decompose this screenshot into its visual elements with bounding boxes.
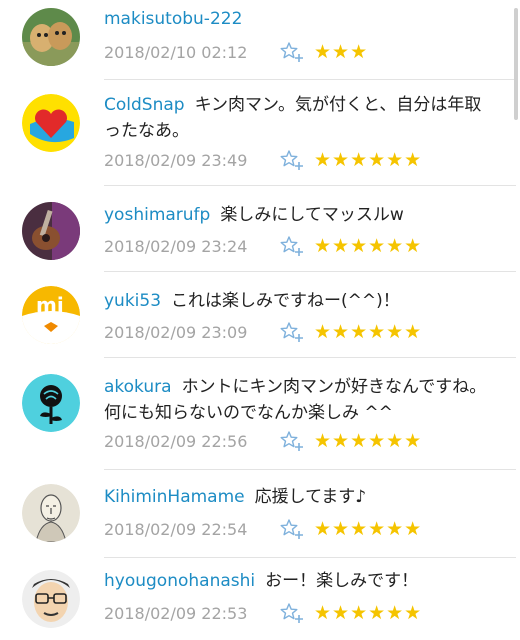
comment-item: KihiminHamame 応援してます♪ 2018/02/09 22:54 ★★… bbox=[0, 470, 520, 558]
comment-meta: 2018/02/09 23:49 ★★★★★★ bbox=[104, 147, 422, 173]
portrait-sketch-icon bbox=[22, 484, 80, 542]
favorite-add-button[interactable] bbox=[280, 321, 304, 343]
username[interactable]: akokura bbox=[104, 377, 172, 397]
star-plus-icon bbox=[280, 431, 303, 451]
comment-meta: 2018/02/09 22:54 ★★★★★★ bbox=[104, 516, 422, 542]
favorite-add-button[interactable] bbox=[280, 41, 304, 63]
comment-meta: 2018/02/09 22:56 ★★★★★★ bbox=[104, 428, 422, 454]
avatar[interactable] bbox=[22, 202, 80, 260]
star-plus-icon bbox=[280, 519, 303, 539]
dogs-photo-icon bbox=[22, 8, 80, 66]
comment-text: 応援してます♪ bbox=[254, 487, 367, 507]
avatar[interactable] bbox=[22, 94, 80, 152]
timestamp: 2018/02/09 22:56 bbox=[104, 431, 248, 451]
glasses-face-icon bbox=[22, 570, 80, 628]
star-plus-icon bbox=[280, 150, 303, 170]
rating-stars: ★★★★★★ bbox=[314, 430, 423, 452]
avatar[interactable] bbox=[22, 374, 80, 432]
favorite-add-button[interactable] bbox=[280, 518, 304, 540]
rating-stars: ★★★★★★ bbox=[314, 518, 423, 540]
comment-meta: 2018/02/09 22:53 ★★★★★★ bbox=[104, 600, 422, 626]
star-plus-icon bbox=[280, 603, 303, 623]
comment-item: makisutobu-222 2018/02/10 02:12 ★★★ bbox=[0, 0, 520, 80]
favorite-add-button[interactable] bbox=[280, 602, 304, 624]
favorite-add-button[interactable] bbox=[280, 430, 304, 452]
guitar-photo-icon bbox=[22, 202, 80, 260]
timestamp: 2018/02/10 02:12 bbox=[104, 42, 248, 62]
username[interactable]: yoshimarufp bbox=[104, 205, 210, 225]
timestamp: 2018/02/09 23:24 bbox=[104, 236, 248, 256]
comment-item: akokura ホントにキン肉マンが好きなんですね。何にも知らないのでなんか楽しみ… bbox=[0, 358, 520, 470]
star-plus-icon bbox=[280, 236, 303, 256]
rating-stars: ★★★ bbox=[314, 41, 369, 63]
username[interactable]: makisutobu-222 bbox=[104, 9, 242, 29]
mi-chick-logo-icon: mi bbox=[22, 286, 80, 344]
comment-list: makisutobu-222 2018/02/10 02:12 ★★★ Cold… bbox=[0, 0, 520, 640]
comment-meta: 2018/02/09 23:24 ★★★★★★ bbox=[104, 233, 422, 259]
comment-meta: 2018/02/10 02:12 ★★★ bbox=[104, 39, 368, 65]
favorite-add-button[interactable] bbox=[280, 149, 304, 171]
heart-ball-logo-icon bbox=[22, 94, 80, 152]
comment-text: 楽しみにしてマッスルw bbox=[220, 205, 404, 225]
comment-item: yoshimarufp 楽しみにしてマッスルw 2018/02/09 23:24 … bbox=[0, 186, 520, 272]
username[interactable]: yuki53 bbox=[104, 291, 161, 311]
username[interactable]: hyougonohanashi bbox=[104, 571, 255, 591]
svg-text:mi: mi bbox=[36, 293, 64, 317]
avatar[interactable] bbox=[22, 570, 80, 628]
rating-stars: ★★★★★★ bbox=[314, 149, 423, 171]
rating-stars: ★★★★★★ bbox=[314, 602, 423, 624]
scrollbar[interactable] bbox=[514, 8, 518, 120]
timestamp: 2018/02/09 22:54 bbox=[104, 519, 248, 539]
star-plus-icon bbox=[280, 42, 303, 62]
avatar[interactable]: mi bbox=[22, 286, 80, 344]
timestamp: 2018/02/09 23:49 bbox=[104, 150, 248, 170]
comment-meta: 2018/02/09 23:09 ★★★★★★ bbox=[104, 319, 422, 345]
comment-item: ColdSnap キン肉マン。気が付くと、自分は年取ったなあ。 2018/02/0… bbox=[0, 80, 520, 186]
rose-icon bbox=[22, 374, 80, 432]
comment-item: hyougonohanashi おー！楽しみです！ 2018/02/09 22:5… bbox=[0, 558, 520, 640]
rating-stars: ★★★★★★ bbox=[314, 321, 423, 343]
star-plus-icon bbox=[280, 322, 303, 342]
rating-stars: ★★★★★★ bbox=[314, 235, 423, 257]
comment-text: おー！楽しみです！ bbox=[265, 571, 419, 591]
comment-item: mi yuki53 これは楽しみですねー(^^)！ 2018/02/09 23:0… bbox=[0, 272, 520, 358]
avatar[interactable] bbox=[22, 8, 80, 66]
timestamp: 2018/02/09 22:53 bbox=[104, 603, 248, 623]
favorite-add-button[interactable] bbox=[280, 235, 304, 257]
comment-text: これは楽しみですねー(^^)！ bbox=[171, 291, 400, 311]
username[interactable]: KihiminHamame bbox=[104, 487, 245, 507]
avatar[interactable] bbox=[22, 484, 80, 542]
username[interactable]: ColdSnap bbox=[104, 95, 185, 115]
timestamp: 2018/02/09 23:09 bbox=[104, 322, 248, 342]
